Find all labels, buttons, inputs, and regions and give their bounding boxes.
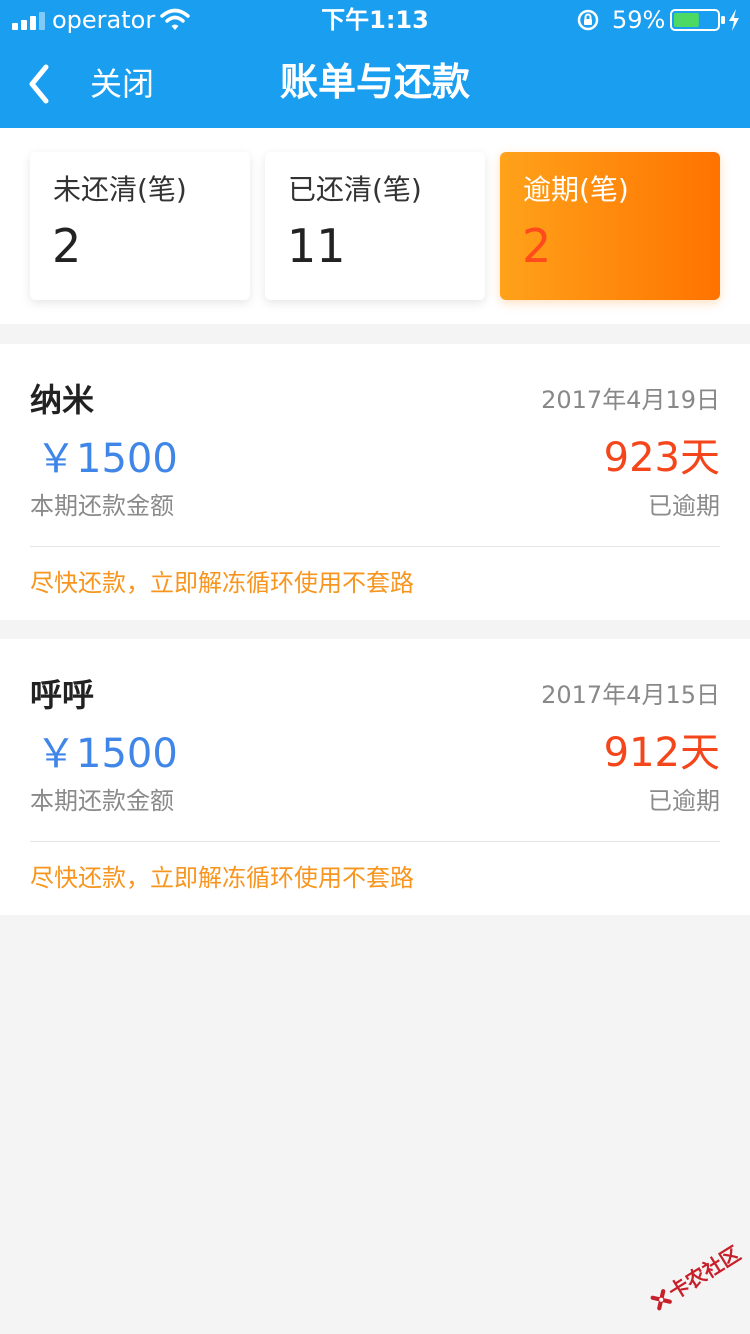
lender-name: 呼呼 [30, 676, 95, 714]
status-bar: operator 下午1:13 59% [0, 0, 750, 40]
overdue-days: 912天 [603, 730, 720, 776]
overdue-count: 2 [522, 219, 552, 273]
overdue-count-card[interactable]: 逾期(笔) 2 [500, 152, 720, 300]
overdue-label: 逾期(笔) [523, 173, 629, 206]
bill-date: 2017年4月19日 [541, 386, 720, 414]
bill-date: 2017年4月15日 [541, 681, 720, 709]
paid-count: 11 [287, 219, 346, 273]
charging-icon [729, 9, 739, 31]
bill-item[interactable]: 纳米 2017年4月19日 ￥1500 923天 本期还款金额 已逾期 尽快还款… [0, 344, 750, 620]
overdue-status: 已逾期 [648, 787, 720, 815]
page-title: 账单与还款 [279, 60, 470, 104]
divider [30, 546, 720, 547]
repayment-notice[interactable]: 尽快还款，立即解冻循环使用不套路 [30, 566, 414, 600]
overdue-status: 已逾期 [648, 492, 720, 520]
repayment-amount: ￥1500 [36, 731, 178, 777]
battery-icon [670, 9, 725, 31]
paid-label: 已还清(笔) [288, 173, 422, 206]
repayment-amount-label: 本期还款金额 [30, 492, 174, 520]
app-header: operator 下午1:13 59% 关闭 账单与还款 [0, 0, 750, 128]
watermark-text: 卡农社区 [664, 1241, 745, 1305]
bill-summary: 未还清(笔) 2 已还清(笔) 11 逾期(笔) 2 [0, 128, 750, 324]
repayment-amount: ￥1500 [36, 436, 178, 482]
repayment-amount-label: 本期还款金额 [30, 787, 174, 815]
orientation-lock-icon [577, 9, 599, 31]
unpaid-label: 未还清(笔) [53, 173, 187, 206]
paid-count-card[interactable]: 已还清(笔) 11 [265, 152, 485, 300]
overdue-days: 923天 [603, 435, 720, 481]
battery-percent: 59% [612, 6, 666, 34]
unpaid-count-card[interactable]: 未还清(笔) 2 [30, 152, 250, 300]
lender-name: 纳米 [30, 381, 95, 419]
bill-item[interactable]: 呼呼 2017年4月15日 ￥1500 912天 本期还款金额 已逾期 尽快还款… [0, 639, 750, 915]
divider [30, 841, 720, 842]
watermark: 卡农社区 [638, 1226, 750, 1330]
repayment-notice[interactable]: 尽快还款，立即解冻循环使用不套路 [30, 861, 414, 895]
unpaid-count: 2 [52, 219, 82, 273]
